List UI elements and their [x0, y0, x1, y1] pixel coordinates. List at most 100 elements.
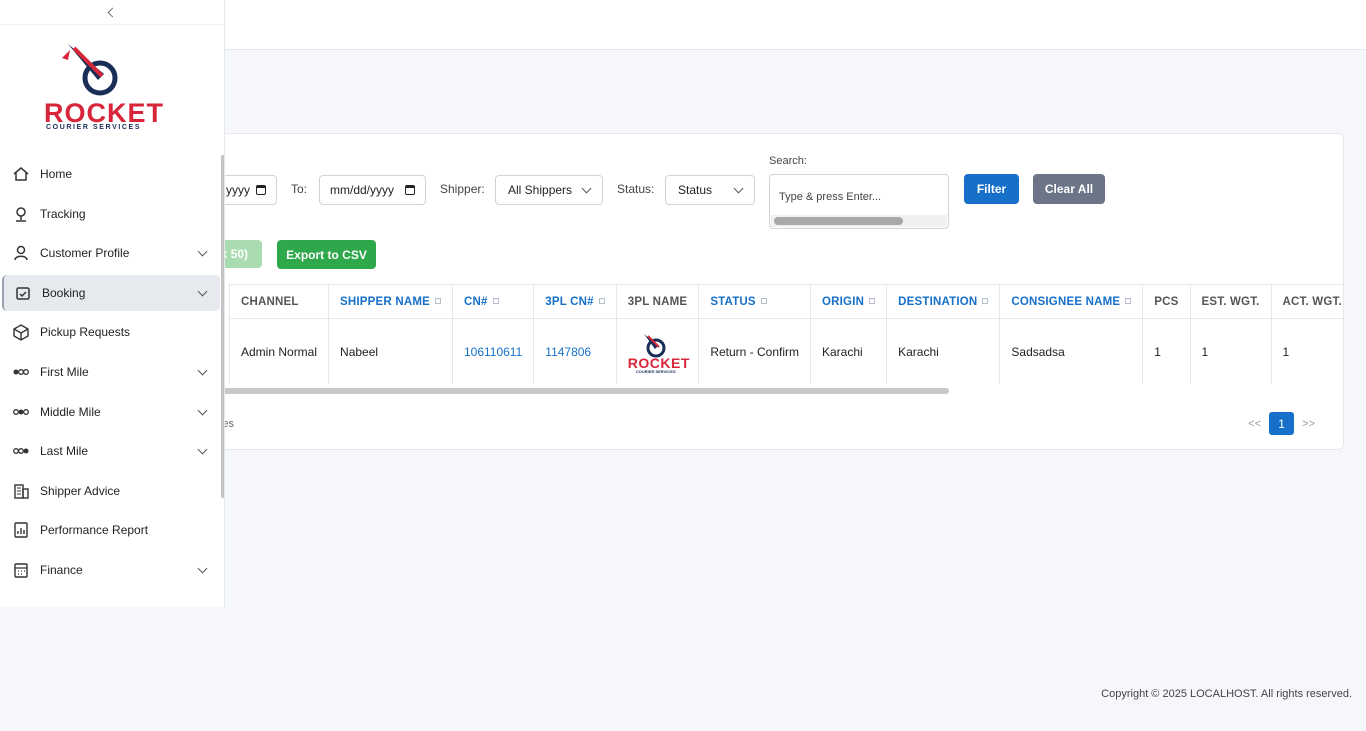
shipper-label: Shipper:	[440, 182, 485, 196]
table-row[interactable]: Admin Normal Nabeel 106110611 1147806 RO…	[228, 318, 1343, 384]
column-header-label: CHANNEL	[241, 295, 299, 308]
cell-origin: Karachi	[809, 318, 888, 384]
column-header-origin[interactable]: ORIGIN	[809, 284, 888, 319]
sidebar-item-last-mile[interactable]: Last Mile	[2, 433, 220, 469]
finance-icon	[12, 561, 30, 579]
sidebar-item-performance-report[interactable]: Performance Report	[2, 512, 220, 548]
next-page-button[interactable]: >>	[1302, 418, 1315, 430]
search-scrollbar[interactable]	[771, 215, 947, 227]
column-header-status[interactable]: STATUS	[698, 284, 811, 319]
brand-logo[interactable]: ROCKET COURIER SERVICES	[40, 40, 164, 132]
to-label: To:	[291, 182, 308, 196]
chevron-down-icon[interactable]	[197, 444, 208, 455]
sidebar-item-tracking[interactable]: Tracking	[2, 196, 220, 232]
sidebar-collapse-button[interactable]	[0, 0, 224, 25]
sidebar: ROCKET COURIER SERVICES Home Tracking Cust…	[0, 0, 225, 607]
brand-logo-subtext: COURIER SERVICES	[46, 124, 142, 131]
column-header-label: 3PL CN#	[545, 295, 594, 308]
sidebar-item-pickup-requests[interactable]: Pickup Requests	[2, 314, 220, 350]
sort-icon[interactable]	[760, 298, 767, 305]
column-header-3pl-name: 3PL NAME	[615, 284, 700, 319]
table-horizontal-scrollbar[interactable]	[201, 388, 949, 394]
cell-shipper-name: Nabeel	[328, 318, 453, 384]
sort-icon[interactable]	[598, 298, 605, 305]
sidebar-item-label: Home	[40, 167, 73, 181]
sidebar-item-booking[interactable]: Booking	[2, 274, 220, 311]
first-mile-icon	[12, 363, 30, 381]
column-header-3pl-cn[interactable]: 3PL CN#	[533, 284, 617, 319]
column-header-shipper-name[interactable]: SHIPPER NAME	[328, 284, 453, 319]
clear-all-button[interactable]: Clear All	[1033, 174, 1105, 204]
sidebar-item-first-mile[interactable]: First Mile	[2, 354, 220, 390]
sidebar-item-finance[interactable]: Finance	[2, 552, 220, 588]
sidebar-item-label: Tracking	[40, 206, 86, 221]
column-header-cn[interactable]: CN#	[451, 284, 535, 319]
to-date-input[interactable]: mm/dd/yyyy	[319, 175, 426, 205]
sidebar-scrollbar[interactable]	[221, 155, 224, 498]
cell-3pl-cn-link[interactable]: 1147806	[533, 318, 617, 384]
pagination: << 1 >>	[1248, 412, 1315, 435]
rocket-logo: ROCKET COURIER SERVICES	[628, 330, 689, 374]
status-select-value: Status	[678, 183, 713, 197]
page-1-button[interactable]: 1	[1269, 412, 1295, 435]
column-header-destination[interactable]: DESTINATION	[886, 284, 1001, 319]
sidebar-item-customer-profile[interactable]: Customer Profile	[2, 235, 220, 271]
column-header-label: STATUS	[710, 295, 756, 308]
sidebar-item-middle-mile[interactable]: Middle Mile	[2, 394, 220, 430]
search-label: Search:	[769, 155, 807, 167]
column-header-est-wgt: EST. WGT.	[1189, 284, 1272, 319]
cell-act-wgt: 1	[1270, 318, 1343, 384]
sort-icon[interactable]	[434, 298, 441, 305]
sort-icon[interactable]	[982, 298, 989, 305]
sort-icon[interactable]	[869, 298, 876, 305]
sort-icon[interactable]	[1125, 298, 1132, 305]
chevron-down-icon[interactable]	[197, 405, 208, 416]
shipper-select[interactable]: All Shippers	[495, 175, 603, 205]
chevron-down-icon[interactable]	[197, 365, 208, 376]
building-icon	[12, 482, 30, 500]
chevron-down-icon[interactable]	[197, 563, 208, 574]
shipper-select-value: All Shippers	[508, 183, 573, 197]
column-header-label: 3PL NAME	[627, 295, 688, 308]
filter-button[interactable]: Filter	[964, 174, 1019, 204]
sidebar-item-label: Booking	[42, 285, 86, 300]
sidebar-item-label: Finance	[40, 562, 83, 577]
table-header-row: CHANNEL SHIPPER NAME CN# 3PL CN# 3PL NAME STA…	[228, 284, 1343, 319]
search-box[interactable]	[769, 174, 949, 229]
sidebar-item-label: Performance Report	[40, 523, 149, 538]
home-icon	[12, 165, 30, 183]
scrollbar-thumb[interactable]	[774, 217, 903, 225]
cell-status: Return - Confirm	[698, 318, 811, 384]
column-header-label: CN#	[463, 295, 488, 308]
cell-pcs: 1	[1142, 318, 1191, 384]
sidebar-item-shipper-advice[interactable]: Shipper Advice	[2, 473, 220, 509]
bookings-table-wrapper: CHANNEL SHIPPER NAME CN# 3PL CN# 3PL NAME STA…	[201, 284, 1343, 384]
search-input[interactable]	[779, 191, 939, 203]
sidebar-item-label: Last Mile	[40, 444, 89, 459]
calendar-icon[interactable]	[256, 185, 266, 195]
sidebar-item-home[interactable]: Home	[2, 156, 220, 192]
chevron-down-icon[interactable]	[197, 246, 208, 257]
column-header-consignee-name[interactable]: CONSIGNEE NAME	[999, 284, 1144, 319]
from-date-value: yyyy	[226, 183, 250, 197]
sidebar-item-label: Shipper Advice	[40, 483, 121, 498]
column-header-label: CONSIGNEE NAME	[1011, 295, 1121, 308]
chevron-down-icon[interactable]	[197, 286, 208, 297]
report-icon	[12, 521, 30, 539]
sort-icon[interactable]	[492, 298, 499, 305]
chevron-left-icon[interactable]	[107, 7, 117, 17]
status-select[interactable]: Status	[665, 175, 755, 205]
column-header-label: EST. WGT.	[1201, 295, 1260, 308]
sidebar-item-label: Customer Profile	[40, 246, 130, 261]
column-header-label: PCS	[1154, 295, 1179, 308]
sidebar-item-label: Middle Mile	[40, 404, 101, 419]
chevron-down-icon	[581, 183, 592, 193]
export-csv-button[interactable]: Export to CSV	[277, 240, 376, 269]
cell-cn-link[interactable]: 106110611	[451, 318, 535, 384]
column-header-channel: CHANNEL	[228, 284, 330, 319]
prev-page-button[interactable]: <<	[1248, 418, 1261, 430]
calendar-icon[interactable]	[405, 185, 415, 195]
column-header-label: ORIGIN	[822, 295, 865, 308]
cell-channel: Admin Normal	[228, 318, 330, 384]
cell-est-wgt: 1	[1189, 318, 1272, 384]
